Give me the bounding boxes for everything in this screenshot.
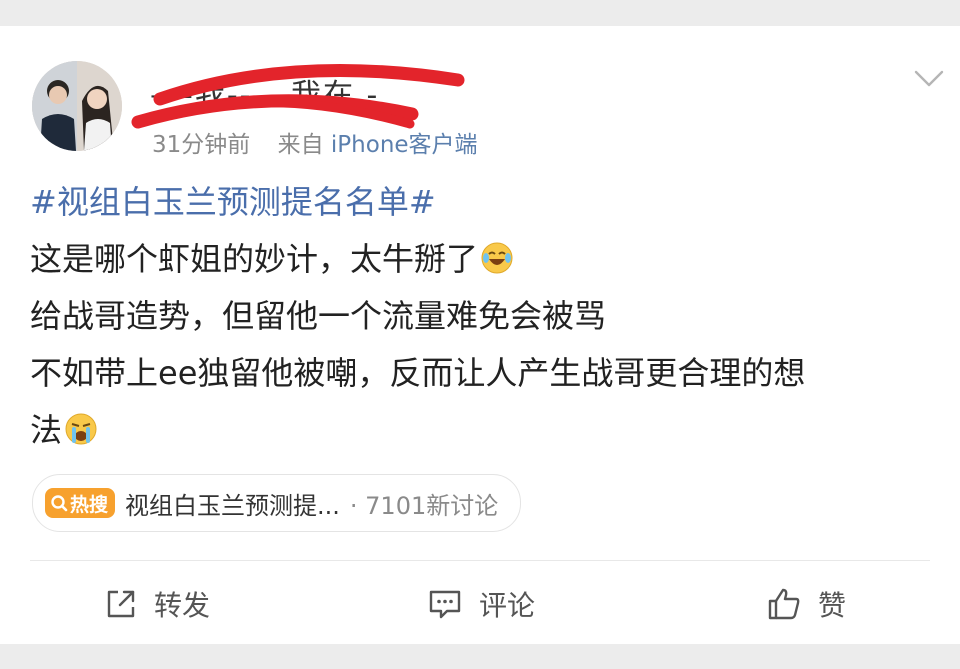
post-line: 法 bbox=[30, 402, 945, 459]
hot-search-badge: 热搜 bbox=[45, 488, 116, 518]
topic-link[interactable]: #视组白玉兰预测提名名单# bbox=[30, 174, 945, 231]
share-icon bbox=[107, 590, 135, 618]
post-text: 这是哪个虾姐的妙计，太牛掰了 bbox=[30, 240, 479, 278]
hot-search-badge-label: 热搜 bbox=[70, 493, 109, 516]
comment-label: 评论 bbox=[479, 589, 536, 622]
post-line: 给战哥造势，但留他一个流量难免会被骂 bbox=[30, 288, 945, 345]
post-text: 法 bbox=[30, 411, 63, 449]
post-line: 不如带上ee独留他被嘲，反而让人产生战哥更合理的想 bbox=[30, 354, 806, 392]
post-body: #视组白玉兰预测提名名单# 这是哪个虾姐的妙计，太牛掰了 给战哥造势，但留他一个… bbox=[30, 174, 945, 459]
action-bar: 转发 评论 赞 bbox=[0, 582, 960, 632]
laughing-crying-emoji-icon bbox=[481, 242, 513, 274]
divider bbox=[30, 560, 930, 561]
hot-search-count: · 7101新讨论 bbox=[349, 491, 499, 520]
post-time: 31分钟前 bbox=[152, 132, 251, 158]
source-prefix: 来自 bbox=[277, 132, 324, 158]
crying-emoji-icon bbox=[65, 413, 97, 445]
avatar[interactable] bbox=[32, 61, 122, 151]
hot-search-title: 视组白玉兰预测提... bbox=[125, 491, 340, 520]
chevron-down-icon[interactable] bbox=[914, 70, 944, 88]
weibo-post-card: —-我-----我在 - 31分钟前 来自 iPhone客户端 #视组白玉兰预测… bbox=[0, 26, 960, 644]
comment-button[interactable]: 评论 bbox=[427, 582, 535, 626]
post-line: 这是哪个虾姐的妙计，太牛掰了 bbox=[30, 231, 945, 288]
post-text: 给战哥造势，但留他一个 bbox=[30, 297, 383, 335]
like-button[interactable]: 赞 bbox=[766, 582, 846, 626]
comment-icon bbox=[429, 590, 461, 619]
search-icon bbox=[51, 495, 68, 512]
post-text: 流量难免会被骂 bbox=[382, 297, 607, 335]
repost-button[interactable]: 转发 bbox=[104, 582, 210, 626]
repost-label: 转发 bbox=[154, 589, 211, 622]
like-label: 赞 bbox=[818, 589, 847, 622]
hot-search-card[interactable]: 热搜 视组白玉兰预测提... · 7101新讨论 bbox=[32, 474, 522, 532]
post-meta: 31分钟前 来自 iPhone客户端 bbox=[152, 125, 478, 159]
thumbs-up-icon bbox=[768, 588, 800, 620]
source-client: iPhone客户端 bbox=[330, 132, 478, 158]
